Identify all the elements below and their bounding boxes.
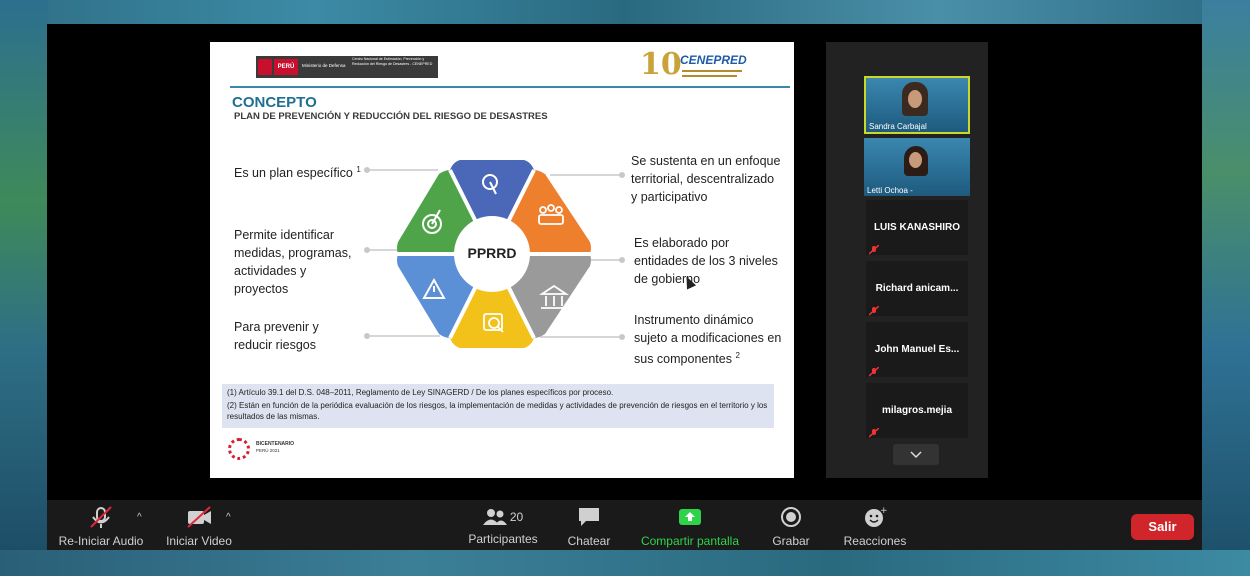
connector-dot	[364, 247, 370, 253]
participants-icon	[482, 509, 507, 525]
footnote-2: (2) Están en función de la periódica eva…	[227, 401, 768, 421]
record-button[interactable]: Grabar	[761, 506, 821, 548]
chat-button[interactable]: Chatear	[559, 506, 619, 548]
bicentenario-emblem-icon	[228, 438, 250, 460]
connector-dot	[364, 333, 370, 339]
bicentenario-subtext: PERÚ 2021	[256, 448, 280, 453]
audio-label: Re-Iniciar Audio	[58, 534, 144, 548]
participants-gallery: Sandra Carbajal Letti Ochoa - LUIS KANAS…	[826, 42, 988, 478]
participant-name: Letti Ochoa -	[867, 186, 913, 195]
connector-dot	[619, 172, 625, 178]
chat-icon	[579, 508, 599, 526]
background-bottom	[0, 550, 1250, 576]
video-label: Iniciar Video	[166, 534, 232, 548]
audio-button[interactable]: Re-Iniciar Audio	[55, 506, 147, 548]
gallery-scroll-down-button[interactable]	[893, 444, 939, 465]
reactions-button[interactable]: + Reacciones	[835, 506, 915, 548]
bicentenario-logo: BICENTENARIO PERÚ 2021	[226, 436, 316, 462]
shared-screen-slide: PERÚ Ministerio de Defensa Centro Nacion…	[210, 42, 794, 478]
chevron-down-icon	[910, 451, 922, 459]
connector-dot	[619, 334, 625, 340]
share-screen-label: Compartir pantalla	[640, 534, 740, 548]
left-item-2: Permite identificar medidas, programas, …	[234, 228, 352, 296]
participant-name: milagros.mejia	[881, 405, 953, 416]
participant-name: Sandra Carbajal	[869, 122, 927, 131]
reactions-label: Reacciones	[843, 534, 907, 548]
background-left	[0, 0, 48, 576]
chat-label: Chatear	[567, 534, 611, 548]
connector-dot	[619, 257, 625, 263]
right-item-1: Se sustenta en un enfoque territorial, d…	[631, 154, 781, 204]
left-item-1: Es un plan específico 1	[234, 165, 361, 181]
participant-name: John Manuel Es...	[874, 344, 960, 355]
share-screen-icon	[679, 509, 701, 525]
footnote-1: (1) Artículo 39.1 del D.S. 048–2011, Reg…	[227, 388, 614, 397]
leave-button[interactable]: Salir	[1131, 514, 1194, 540]
video-off-icon	[187, 506, 211, 528]
mic-muted-icon	[868, 425, 880, 438]
participant-tile[interactable]: John Manuel Es...	[866, 322, 968, 377]
center-label: PPRRD	[467, 245, 517, 261]
record-label: Grabar	[772, 534, 810, 548]
participant-tile[interactable]: milagros.mejia	[866, 383, 968, 438]
connector-dot	[364, 167, 370, 173]
left-item-3: Para prevenir y reducir riesgos	[234, 320, 319, 352]
participants-button[interactable]: 20 Participantes	[463, 506, 543, 546]
video-options-caret[interactable]: ^	[226, 512, 231, 523]
record-icon	[781, 507, 801, 527]
participants-count: 20	[509, 510, 524, 524]
participants-label: Participantes	[468, 532, 538, 546]
bicentenario-text: BICENTENARIO	[256, 441, 295, 447]
participant-tile[interactable]: LUIS KANASHIRO	[866, 200, 968, 255]
participant-name: LUIS KANASHIRO	[873, 222, 961, 233]
mic-muted-icon	[90, 506, 112, 528]
reactions-icon: +	[865, 506, 888, 527]
footnote-box: (1) Artículo 39.1 del D.S. 048–2011, Reg…	[222, 384, 774, 428]
audio-options-caret[interactable]: ^	[137, 512, 142, 523]
right-item-2: Es elaborado por entidades de los 3 nive…	[634, 236, 778, 286]
video-tile-1[interactable]: Sandra Carbajal	[864, 76, 970, 134]
background-top	[0, 0, 1250, 24]
avatar-face	[908, 90, 922, 108]
mic-muted-icon	[868, 364, 880, 377]
share-screen-button[interactable]: Compartir pantalla	[635, 506, 745, 548]
participant-name: Richard anicam...	[875, 283, 959, 294]
participant-tile[interactable]: Richard anicam...	[866, 261, 968, 316]
mic-muted-icon	[868, 242, 880, 255]
meeting-toolbar: Re-Iniciar Audio ^ Iniciar Video ^ 20 Pa…	[47, 500, 1202, 550]
right-item-3: Instrumento dinámico sujeto a modificaci…	[634, 313, 782, 367]
video-tile-2[interactable]: Letti Ochoa -	[864, 138, 970, 196]
background-right	[1202, 0, 1250, 576]
svg-text:+: +	[880, 506, 887, 516]
mic-muted-icon	[868, 303, 880, 316]
avatar-face	[909, 152, 922, 168]
